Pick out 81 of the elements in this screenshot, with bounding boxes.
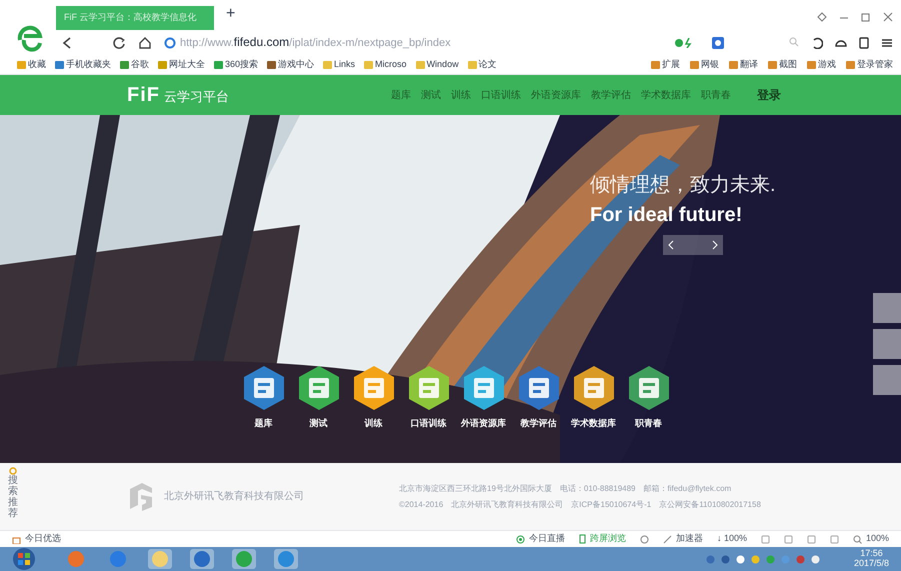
module-label[interactable]: 学术数据库 <box>571 417 616 430</box>
module-icon[interactable] <box>572 365 616 411</box>
company-name: 北京外研讯飞教育科技有限公司 <box>164 490 304 504</box>
bookmark-icon <box>416 60 425 68</box>
new-tab-button[interactable]: + <box>226 2 236 26</box>
bookmark-item[interactable]: Microso <box>364 58 407 72</box>
bookmark-item[interactable]: 网址大全 <box>158 58 205 72</box>
phone-icon <box>578 534 586 544</box>
extension-item[interactable]: 网银 <box>690 58 719 72</box>
module-label[interactable]: 题库 <box>254 417 272 430</box>
extension-icon <box>690 60 699 68</box>
menu-icon[interactable] <box>881 36 893 48</box>
extension-icon <box>651 60 660 68</box>
module-icon[interactable] <box>626 365 670 411</box>
module-label[interactable]: 教学评估 <box>520 417 556 430</box>
module-label[interactable]: 口语训练 <box>410 417 446 430</box>
search-recommend-label[interactable]: 搜索推荐 <box>8 475 18 519</box>
module-icon[interactable] <box>352 365 396 411</box>
bookmark-item[interactable]: Links <box>323 58 356 72</box>
bookmark-icon <box>17 60 26 68</box>
module-icon[interactable] <box>296 365 340 411</box>
module-label[interactable]: 测试 <box>310 417 328 430</box>
bookmark-item[interactable]: 论文 <box>468 58 497 72</box>
extension-icon <box>846 60 855 68</box>
previous-icon[interactable] <box>667 240 675 250</box>
search-icon[interactable] <box>789 36 799 48</box>
next-icon[interactable] <box>711 240 719 250</box>
extension-item[interactable]: 翻译 <box>729 58 758 72</box>
module-icon[interactable] <box>406 365 450 411</box>
search-recommend-icon[interactable] <box>9 467 17 475</box>
download-button[interactable]: ↓ 100% <box>716 532 747 546</box>
bookmark-icon <box>55 60 64 68</box>
module-label[interactable]: 职青春 <box>635 417 662 430</box>
footer-copyright: ©2014-2016 北京外研讯飞教育科技有限公司 京ICP备15010674号-1 京公网安备11010802017158 <box>399 498 761 510</box>
login-link[interactable]: 登录 <box>757 86 781 104</box>
bookmark-icon <box>323 60 332 68</box>
close-icon[interactable] <box>883 12 893 22</box>
footer-address: 北京市海淀区西三环北路19号北外国际大厦 电话：010-88819489 邮箱：fifedu@flytek.com <box>399 482 732 494</box>
bookmark-item[interactable]: 手机收藏夹 <box>55 58 111 72</box>
module-icon[interactable] <box>516 365 560 411</box>
refresh-icon[interactable] <box>112 36 126 50</box>
module-label[interactable]: 训练 <box>364 417 382 430</box>
bookmark-item[interactable]: 游戏中心 <box>267 58 314 72</box>
extension-item[interactable]: 登录管家 <box>846 58 893 72</box>
back-icon[interactable] <box>62 36 72 48</box>
extension-icon <box>807 60 816 68</box>
search-icon <box>852 534 862 544</box>
module-label[interactable]: 外语资源库 <box>461 417 506 430</box>
zoom-button[interactable]: 100% <box>852 532 889 546</box>
bookmark-item[interactable]: Window <box>416 58 459 72</box>
maximize-icon[interactable] <box>861 12 871 22</box>
extension-icon <box>768 60 777 68</box>
site-logo-text: 云学习平台 <box>164 88 229 106</box>
extension-item[interactable]: 截图 <box>768 58 797 72</box>
bookmark-icon <box>158 60 167 68</box>
bookmark-icon <box>468 60 477 68</box>
daily-picks-button[interactable]: 今日优选 <box>12 532 61 546</box>
bookmark-item[interactable]: 360搜索 <box>214 58 258 72</box>
address-field[interactable]: http://www.fifedu.com/iplat/index-m/nextpage_bp/index <box>164 32 724 52</box>
start-button-icon[interactable] <box>12 547 36 571</box>
module-icon[interactable] <box>242 365 286 411</box>
play-icon <box>516 534 525 544</box>
phone-icon[interactable] <box>859 36 869 48</box>
bookmark-icon <box>364 60 374 68</box>
skin-icon[interactable] <box>817 12 827 22</box>
extension-item[interactable]: 游戏 <box>807 58 836 72</box>
undo-icon[interactable] <box>811 36 823 48</box>
module-icon[interactable] <box>462 365 506 411</box>
extension-item[interactable]: 扩展 <box>651 58 680 72</box>
bookmark-item[interactable]: 谷歌 <box>120 58 149 72</box>
bookmark-icon <box>267 60 276 68</box>
live-button[interactable]: 今日直播 <box>516 532 565 546</box>
url-text: http://www.fifedu.com/iplat/index-m/nextpage_bp/index <box>180 34 451 52</box>
home-icon[interactable] <box>138 36 152 50</box>
history-icon[interactable] <box>640 534 649 544</box>
accelerator-button[interactable]: 加速器 <box>662 532 703 546</box>
extension-icon <box>729 60 738 68</box>
hero-headline: 倾情理想，致力未来. <box>590 173 776 198</box>
bookmark-icon <box>120 60 129 68</box>
bookmark-icon <box>214 60 223 68</box>
bookmark-item[interactable]: 收藏 <box>17 58 46 72</box>
